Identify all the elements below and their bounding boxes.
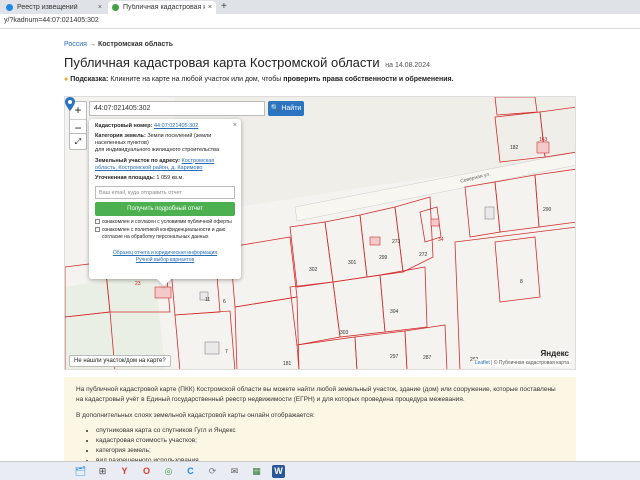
plot-label: 301 (348, 260, 357, 266)
lightbulb-icon: ● (64, 76, 69, 83)
category-label: Категория земель: (95, 133, 146, 140)
cad-number-link[interactable]: 44:07:021405:302 (154, 123, 198, 129)
close-icon[interactable]: × (233, 121, 237, 130)
cad-label: Кадастровый номер: (95, 123, 153, 129)
registry-favicon-icon (6, 4, 13, 11)
close-tab-icon[interactable]: × (98, 4, 102, 11)
breadcrumb-root-link[interactable]: Россия (64, 41, 87, 48)
selected-plot-label: 302 (309, 267, 318, 273)
consent-privacy-label: ознакомлен с политикой конфиденциальност… (102, 227, 226, 240)
plot-label: 163 (539, 137, 548, 143)
refresh-app-icon[interactable]: ⟳ (206, 465, 219, 478)
breadcrumb-current: Костромская область (97, 41, 173, 48)
tab-cadastral-map[interactable]: Публичная кадастровая карта Ко × (108, 1, 216, 14)
info-list: спутниковая карта со спутников Гугл и Ян… (76, 426, 564, 465)
info-list-item: категория земель; (96, 446, 564, 456)
c-app-icon[interactable]: C (184, 465, 197, 478)
plot-label: 273 (392, 239, 401, 245)
hint-bold: проверить права собственности и обремене… (283, 76, 454, 83)
page-date: на 14.08.2024 (385, 62, 430, 69)
close-tab-icon[interactable]: × (208, 4, 212, 11)
info-paragraph: На публичной кадастровой карте (ПКК) Кос… (76, 386, 556, 403)
info-list-item: кадастровая стоимость участков; (96, 436, 564, 446)
info-list-item: спутниковая карта со спутников Гугл и Ян… (96, 426, 564, 436)
parcel-info-popup: × Кадастровый номер: 44:07:021405:302 Ка… (89, 119, 241, 287)
page-title-text: Публичная кадастровая карта Костромской … (64, 55, 380, 70)
new-tab-button[interactable]: + (221, 1, 227, 12)
cadastral-map[interactable]: + − ⤢ 44:07:021405:302 🔍 Найти 301 299 2… (64, 96, 576, 370)
plot-label: 290 (543, 207, 552, 213)
yandex-browser-icon[interactable]: Y (118, 465, 131, 478)
attribution-text: | © Публичная кадастровая карта (489, 360, 569, 366)
area-label: Уточненная площадь: (95, 174, 155, 181)
plot-label: 182 (510, 145, 519, 151)
plot-label: 297 (390, 354, 399, 360)
tab-registry[interactable]: Реестр извещений × (2, 1, 106, 14)
plot-label: 23 (135, 281, 141, 287)
use-value: для индивидуального жилищного строительс… (95, 147, 220, 154)
map-favicon-icon (112, 4, 119, 11)
plot-label: 272 (419, 252, 428, 258)
location-pin-icon[interactable] (65, 97, 75, 111)
plot-label: 11 (205, 297, 211, 303)
chrome-icon[interactable]: ◎ (162, 465, 175, 478)
cadastral-search-input[interactable]: 44:07:021405:302 (89, 101, 265, 116)
area-value: 1 059 кв.м. (156, 174, 184, 181)
get-report-button[interactable]: Получить подробный отчет (95, 201, 235, 216)
plot-label: 287 (423, 355, 432, 361)
hint-text: Кликните на карте на любой участок или д… (108, 76, 284, 83)
plot-label: 303 (340, 330, 349, 336)
browser-tab-bar: Реестр извещений × Публичная кадастровая… (0, 0, 640, 14)
map-attribution: Leaflet | © Публичная кадастровая карта (472, 359, 571, 367)
consent-offer-checkbox[interactable]: ознакомлен и согласен с условиями публич… (95, 218, 235, 226)
word-icon[interactable]: W (272, 465, 285, 478)
yandex-logo: Яндекс (540, 349, 569, 358)
plot-label: 181 (283, 361, 292, 367)
calc-icon[interactable]: ▦ (250, 465, 263, 478)
info-paragraph: В дополнительных слоях земельной кадастр… (76, 411, 315, 419)
find-button[interactable]: 🔍 Найти (268, 101, 304, 116)
breadcrumb: Россия → Костромская область (64, 41, 173, 48)
email-field[interactable]: Ваш email, куда отправить отчет (95, 185, 235, 199)
plot-label: 7 (225, 349, 228, 355)
checkbox-icon[interactable] (95, 218, 100, 224)
plot-label: 34 (438, 237, 444, 243)
taskbar: 🗂 ⊞ Y O ◎ C ⟳ ✉ ▦ W (0, 461, 640, 480)
hint-label: Подсказка: (70, 76, 109, 83)
explorer-icon[interactable]: 🗂 (74, 465, 87, 478)
files-icon[interactable]: ⊞ (96, 465, 109, 478)
leaflet-link[interactable]: Leaflet (475, 360, 490, 366)
fullscreen-icon[interactable]: ⤢ (69, 133, 87, 150)
tab-label: Публичная кадастровая карта Ко (123, 4, 205, 11)
page-title: Публичная кадастровая карта Костромской … (64, 55, 430, 70)
manual-select-link[interactable]: Ручной выбор вариантов (95, 257, 235, 264)
checkbox-icon[interactable] (95, 227, 100, 233)
address-label: Земельный участок по адресу: (95, 157, 180, 164)
plot-label: 304 (390, 309, 399, 315)
plot-label: 8 (520, 279, 523, 285)
plot-label: 6 (223, 299, 226, 305)
consent-privacy-checkbox[interactable]: ознакомлен с политикой конфиденциальност… (95, 227, 235, 240)
consent-offer-label: ознакомлен и согласен с условиями публич… (102, 218, 232, 225)
plot-label: 299 (379, 255, 388, 261)
hint: ● Подсказка: Кликните на карте на любой у… (64, 76, 454, 83)
not-found-button[interactable]: Не нашли участок/дом на карте? (69, 355, 171, 367)
breadcrumb-arrow-icon: → (88, 41, 96, 48)
tab-label: Реестр извещений (17, 4, 78, 11)
opera-icon[interactable]: O (140, 465, 153, 478)
mail-icon[interactable]: ✉ (228, 465, 241, 478)
find-button-label: Найти (281, 105, 302, 112)
address-bar[interactable]: y/?kadnum=44:07:021405:302 (0, 14, 640, 29)
